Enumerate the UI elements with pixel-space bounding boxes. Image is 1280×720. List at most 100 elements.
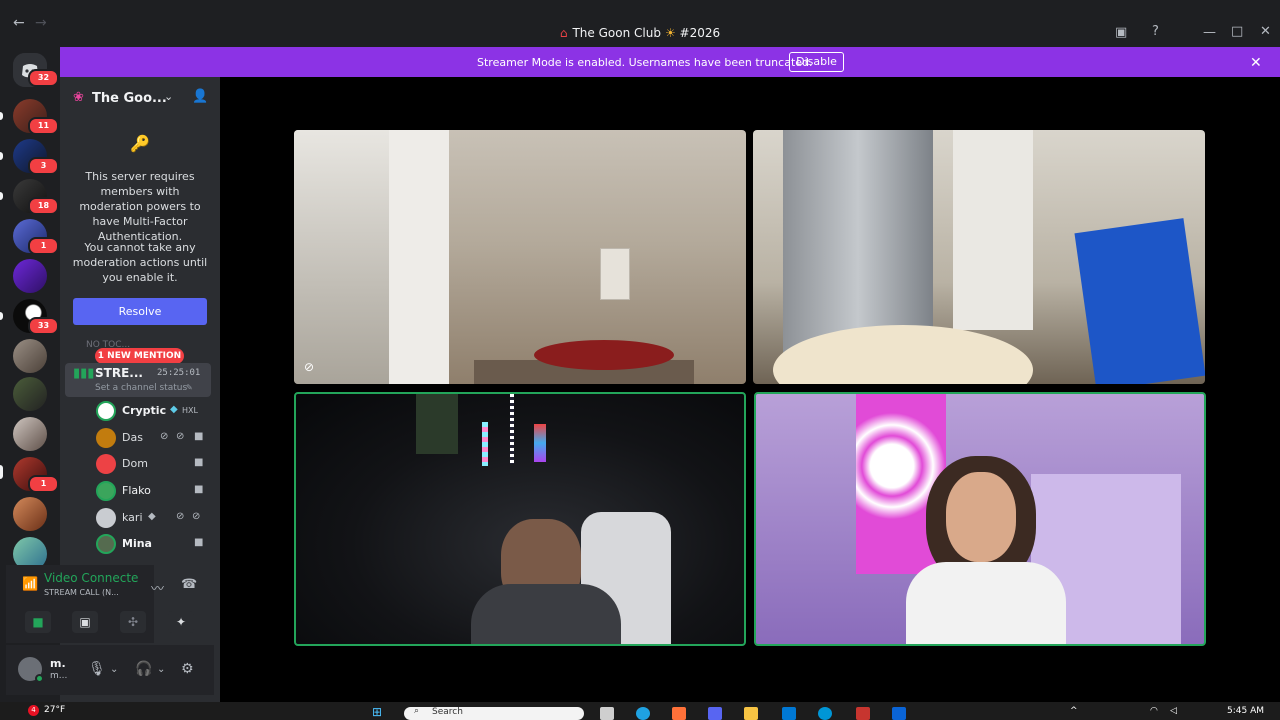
hp-icon[interactable] <box>818 707 832 720</box>
maximize-icon[interactable]: □ <box>1231 24 1243 39</box>
voice-member[interactable]: kari ◆ ⊘ ⊘ <box>96 508 216 528</box>
mic-chevron-icon[interactable]: ⌄ <box>110 664 118 675</box>
volume-icon[interactable]: ◁ <box>1170 706 1177 716</box>
avatar <box>96 481 116 501</box>
member-name: Dom <box>122 457 148 470</box>
store-icon[interactable] <box>782 707 796 720</box>
activities-button[interactable]: ✣ <box>120 611 146 633</box>
server-badge: 1 <box>28 475 59 493</box>
file-explorer-icon[interactable] <box>744 707 758 720</box>
resolve-button[interactable]: Resolve <box>73 298 207 325</box>
clock[interactable]: 5:45 AM <box>1227 706 1264 716</box>
edit-status-icon[interactable]: ✎ <box>186 383 193 392</box>
server-pill <box>0 112 3 120</box>
weather-badge: 4 <box>28 705 39 716</box>
voice-member[interactable]: Flako ■ <box>96 481 216 501</box>
server-icon-7[interactable] <box>13 339 47 373</box>
help-icon[interactable]: ? <box>1152 24 1159 39</box>
member-name: Mina <box>122 537 152 550</box>
voice-member[interactable]: Cryptic ◆ HXL <box>96 401 216 421</box>
disconnect-icon[interactable]: ☎ <box>181 577 197 592</box>
close-window-icon[interactable]: ✕ <box>1260 24 1271 39</box>
member-name: Flako <box>122 484 151 497</box>
soundboard-button[interactable]: ✦ <box>168 611 194 633</box>
microphone-icon[interactable]: 🎙 <box>88 661 106 677</box>
mfa-warning: You cannot take any moderation actions u… <box>72 241 208 284</box>
inbox-icon[interactable]: ▣ <box>1115 25 1127 40</box>
avatar <box>96 454 116 474</box>
wifi-icon[interactable]: ◠ <box>1150 706 1158 716</box>
noise-suppression-icon[interactable]: 〰 <box>151 578 164 597</box>
settings-gear-icon[interactable]: ⚙ <box>181 661 194 677</box>
door-frame <box>389 130 449 384</box>
voice-member[interactable]: Das ⊘ ⊘ ■ <box>96 428 216 448</box>
light-strip <box>510 394 514 464</box>
headphones-chevron-icon[interactable]: ⌄ <box>157 664 165 675</box>
video-tile-3[interactable] <box>294 392 746 646</box>
voice-channel-icon: ▮▮▮ <box>73 366 95 381</box>
avatar <box>96 508 116 528</box>
new-mention-pill[interactable]: 1 NEW MENTION <box>95 348 184 364</box>
app-icon[interactable] <box>856 707 870 720</box>
member-name: kari <box>122 511 143 524</box>
sun-icon: ☀ <box>664 26 676 40</box>
headphones-icon[interactable]: 🎧 <box>135 661 152 677</box>
server-badge: 1 <box>28 237 59 255</box>
server-pill <box>0 152 3 160</box>
member-name: Das <box>122 431 143 444</box>
channel-status[interactable]: Set a channel status <box>95 383 187 393</box>
temperature[interactable]: 27°F <box>44 705 65 715</box>
video-tile-1[interactable]: ⊘ <box>294 130 746 384</box>
window-title: ⌂ The Goon Club ☀ #2026 <box>559 26 721 40</box>
server-icon-8[interactable] <box>13 377 47 411</box>
server-badge: 18 <box>28 197 59 215</box>
server-badge: 11 <box>28 117 59 135</box>
clan-tag: HXL <box>182 406 198 415</box>
voice-channel[interactable]: ▮▮▮ STRE... 25:25:01 Set a channel statu… <box>65 363 211 397</box>
disable-streamer-mode-button[interactable]: Disable <box>789 52 844 72</box>
voice-channel-name: STRE... <box>95 366 143 380</box>
voice-member[interactable]: Mina ■ <box>96 534 216 554</box>
camera-button[interactable]: ■ <box>25 611 51 633</box>
task-view-icon[interactable] <box>600 707 614 720</box>
video-icon: ■ <box>194 484 204 495</box>
person-hoodie <box>471 584 621 644</box>
voice-connected-channel[interactable]: STREAM CALL (N... <box>44 588 119 597</box>
tray-chevron-icon[interactable]: ^ <box>1070 706 1078 716</box>
server-icon-5[interactable] <box>13 259 47 293</box>
video-icon: ■ <box>194 537 204 548</box>
light-strip <box>534 424 546 462</box>
server-pill-active <box>0 465 3 479</box>
close-banner-icon[interactable]: ✕ <box>1250 55 1262 71</box>
voice-member[interactable]: Dom ■ <box>96 454 216 474</box>
windows-start-icon[interactable]: ⊞ <box>372 705 382 719</box>
video-icon: ■ <box>194 457 204 468</box>
avatar <box>96 534 116 554</box>
mic-muted-icon: ⊘ <box>160 431 169 442</box>
invite-people-icon[interactable]: 👤 <box>192 89 208 104</box>
taskbar-search-box[interactable] <box>404 707 584 720</box>
clan-tag-icon: ◆ <box>148 511 156 522</box>
chevron-down-icon[interactable]: ⌄ <box>164 90 173 103</box>
connection-signal-icon[interactable]: 📶 <box>22 577 38 592</box>
avatar <box>96 428 116 448</box>
app-icon[interactable] <box>892 707 906 720</box>
edge-browser-icon[interactable] <box>636 707 650 720</box>
server-name[interactable]: The Goo... <box>92 91 167 106</box>
server-icon-9[interactable] <box>13 417 47 451</box>
server-icon-11[interactable] <box>13 497 47 531</box>
firefox-icon[interactable] <box>672 707 686 720</box>
voice-connected-title[interactable]: Video Connecte <box>44 571 138 585</box>
discord-taskbar-icon[interactable] <box>708 707 722 720</box>
member-name: Cryptic <box>122 404 167 417</box>
minimize-icon[interactable]: — <box>1203 25 1216 40</box>
user-status[interactable]: m... <box>50 671 67 681</box>
shelf-region <box>294 130 389 384</box>
username[interactable]: m. <box>50 657 66 670</box>
avatar <box>96 401 116 421</box>
pantry-shelf <box>953 130 1033 330</box>
screen-share-button[interactable]: ▣ <box>72 611 98 633</box>
video-tile-4[interactable] <box>754 392 1206 646</box>
video-tile-2[interactable] <box>753 130 1205 384</box>
mfa-message: This server requires members with modera… <box>79 170 201 243</box>
